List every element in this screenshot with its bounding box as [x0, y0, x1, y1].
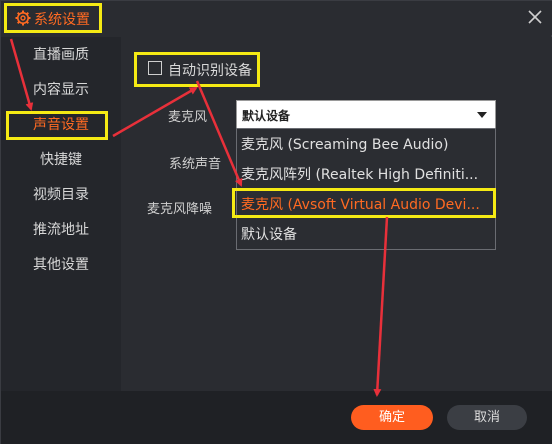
sidebar-item-shortcuts[interactable]: 快捷键	[1, 144, 121, 176]
mic-device-select[interactable]: 默认设备	[236, 100, 496, 129]
chevron-down-icon	[477, 112, 487, 118]
sidebar-item-other[interactable]: 其他设置	[1, 249, 121, 281]
sidebar-item-video-folder[interactable]: 视频目录	[1, 179, 121, 211]
title-bar: 系统设置	[1, 1, 552, 35]
system-sound-label: 系统声音	[169, 157, 222, 172]
sidebar-item-video-quality[interactable]: 直播画质	[1, 39, 121, 71]
cancel-button[interactable]: 取消	[447, 405, 527, 430]
dropdown-option-screaming-bee[interactable]: 麦克风 (Screaming Bee Audio)	[237, 130, 495, 160]
mic-noise-label: 麦克风降噪	[147, 202, 213, 217]
avsoft-option-highlight-box	[232, 188, 496, 218]
settings-window: 系统设置 直播画质 内容显示 声音设置 快捷键 视频目录 推流地址 其他设置 自…	[0, 0, 552, 444]
dropdown-option-default[interactable]: 默认设备	[237, 220, 495, 250]
dropdown-option-realtek[interactable]: 麦克风阵列 (Realtek High Definiti...	[237, 160, 495, 190]
mic-device-value: 默认设备	[242, 109, 291, 123]
settings-sidebar: 直播画质 内容显示 声音设置 快捷键 视频目录 推流地址 其他设置	[1, 37, 121, 391]
close-icon[interactable]	[527, 9, 543, 25]
sidebar-item-stream-url[interactable]: 推流地址	[1, 214, 121, 246]
title-highlight-box	[4, 3, 102, 33]
ok-button[interactable]: 确定	[351, 405, 433, 430]
auto-detect-label: 自动识别设备	[168, 63, 252, 79]
sound-nav-highlight-box	[6, 111, 108, 140]
auto-detect-checkbox[interactable]	[148, 61, 162, 75]
sidebar-item-content-display[interactable]: 内容显示	[1, 74, 121, 106]
mic-label: 麦克风	[168, 110, 208, 125]
